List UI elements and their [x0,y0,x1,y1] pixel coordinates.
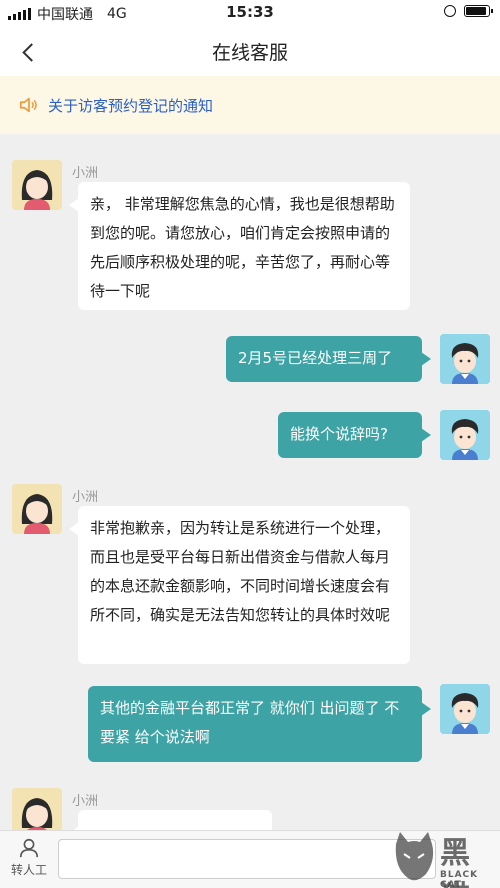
chat-area[interactable]: 小洲 亲， 非常理解您焦急的心情，我也是很想帮助到您的呢。请您放心，咱们肯定会按… [0,134,500,830]
message-bubble-user: 其他的金融平台都正常了 就你们 出问题了 不要紧 给个说法啊 [88,686,431,762]
speaker-icon [19,97,37,113]
boy-avatar-icon [440,684,490,734]
battery-icon [464,5,493,17]
agent-name: 小洲 [72,166,99,181]
transfer-to-human-button[interactable]: 转人工 [6,837,52,885]
notice-banner[interactable]: 关于访客预约登记的通知 [0,76,500,134]
boy-avatar-icon [440,334,490,384]
agent-avatar [12,160,62,210]
user-avatar [440,410,490,460]
agent-avatar [12,788,62,830]
clock: 15:33 [226,3,274,21]
agent-name: 小洲 [72,794,99,809]
watermark-logo: 黑猫 BLACK CAT [390,826,498,888]
status-bar: 中国联通 4G 15:33 [0,0,500,26]
message-bubble-user: 能换个说辞吗? [278,412,431,458]
cat-logo-icon [395,832,434,881]
girl-avatar-icon [12,788,62,830]
person-icon [19,838,39,858]
rotation-lock-icon [444,5,456,17]
agent-avatar [12,484,62,534]
girl-avatar-icon [12,484,62,534]
notice-text: 关于访客预约登记的通知 [48,96,214,115]
user-avatar [440,334,490,384]
message-bubble-user: 2月5号已经处理三周了 [226,336,431,382]
message-bubble-agent: 非常抱歉亲，因为转让是系统进行一个处理，而且也是受平台每日新出借资金与借款人每月… [69,506,410,664]
message-bubble-agent: 亲， 非常理解您焦急的心情，我也是很想帮助到您的呢。请您放心，咱们肯定会按照申请… [69,182,410,310]
agent-name: 小洲 [72,490,99,505]
page-title: 在线客服 [211,42,288,64]
user-avatar [440,684,490,734]
watermark-subtext: BLACK CAT [440,870,479,888]
message-bubble-agent [69,810,272,830]
message-input[interactable] [58,839,436,879]
transfer-label: 转人工 [10,863,47,877]
nav-bar: 在线客服 [0,26,500,76]
girl-avatar-icon [12,160,62,210]
boy-avatar-icon [440,410,490,460]
